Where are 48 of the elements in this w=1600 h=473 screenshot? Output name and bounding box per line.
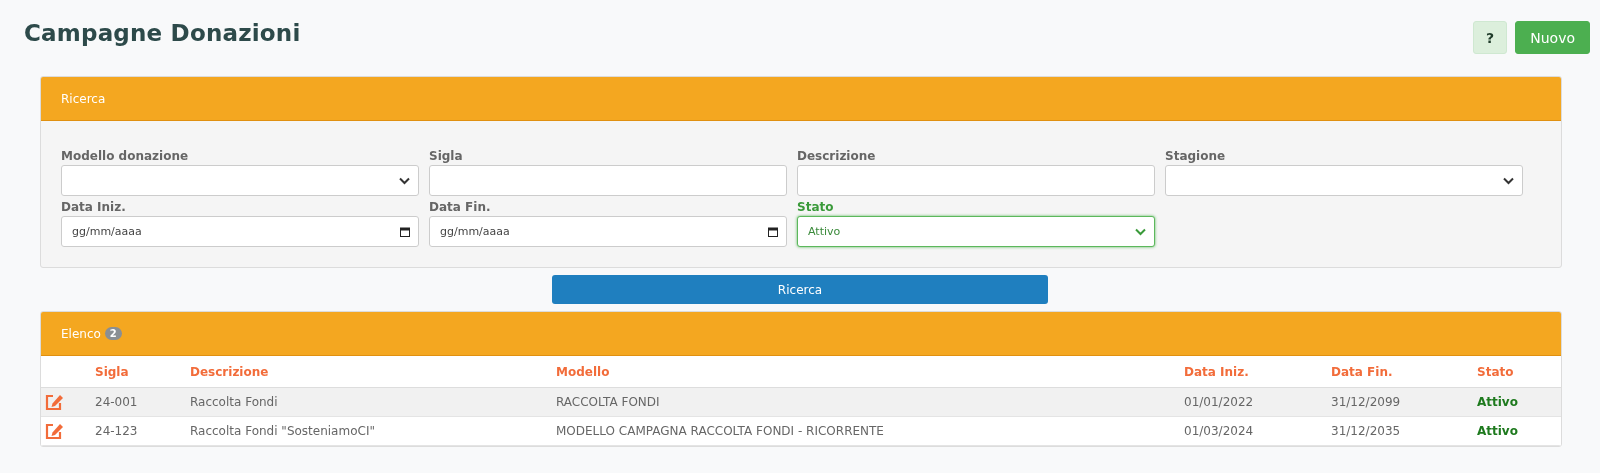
column-header: Stato [1477,364,1514,379]
count-badge: 2 [104,327,122,340]
status-text: Attivo [1477,424,1518,438]
table-cell: Raccolta Fondi "SosteniamoCI" [190,424,375,438]
search-button[interactable]: Ricerca [552,275,1048,304]
column-header: Data Iniz. [1184,364,1249,379]
select-field[interactable] [61,165,419,196]
chevron-down-icon [1135,227,1146,236]
select-field[interactable] [1165,165,1523,196]
chevron-down-icon [1503,176,1514,185]
table-cell: Raccolta Fondi [190,395,278,409]
table-cell: RACCOLTA FONDI [556,395,660,409]
calendar-icon [400,226,410,237]
table-cell: 31/12/2099 [1331,395,1401,409]
field-label: Stato [797,200,835,214]
table-cell: 01/01/2022 [1184,395,1254,409]
panel-title: Elenco [61,326,101,341]
column-header: Data Fin. [1331,364,1393,379]
field-label: Stagione [1165,149,1227,163]
calendar-icon [768,226,778,237]
column-header: Descrizione [190,364,269,379]
select-value: Attivo [808,225,841,238]
field-label: Data Iniz. [61,200,127,214]
table-cell: 31/12/2035 [1331,424,1401,438]
field-label: Modello donazione [61,149,190,163]
field-label: Sigla [429,149,464,163]
table-cell: 24-001 [95,395,138,409]
select-field[interactable]: Attivo [797,216,1155,247]
date-placeholder: gg/mm/aaaa [440,225,510,238]
input-field[interactable] [797,165,1155,196]
table-cell: MODELLO CAMPAGNA RACCOLTA FONDI - RICORRENTE [556,424,884,438]
field-label: Data Fin. [429,200,492,214]
field-label: Descrizione [797,149,877,163]
page-title: Campagne Donazioni [24,20,301,46]
edit-icon[interactable] [45,393,64,411]
edit-icon[interactable] [45,422,64,440]
help-button[interactable]: ? [1473,21,1508,54]
column-header: Sigla [95,364,129,379]
date-field[interactable]: gg/mm/aaaa [429,216,787,247]
date-placeholder: gg/mm/aaaa [72,225,142,238]
panel-title: Ricerca [61,91,106,106]
status-text: Attivo [1477,395,1518,409]
table-cell: 01/03/2024 [1184,424,1254,438]
date-field[interactable]: gg/mm/aaaa [61,216,419,247]
table-cell: 24-123 [95,424,138,438]
chevron-down-icon [399,176,410,185]
input-field[interactable] [429,165,787,196]
column-header: Modello [556,364,610,379]
